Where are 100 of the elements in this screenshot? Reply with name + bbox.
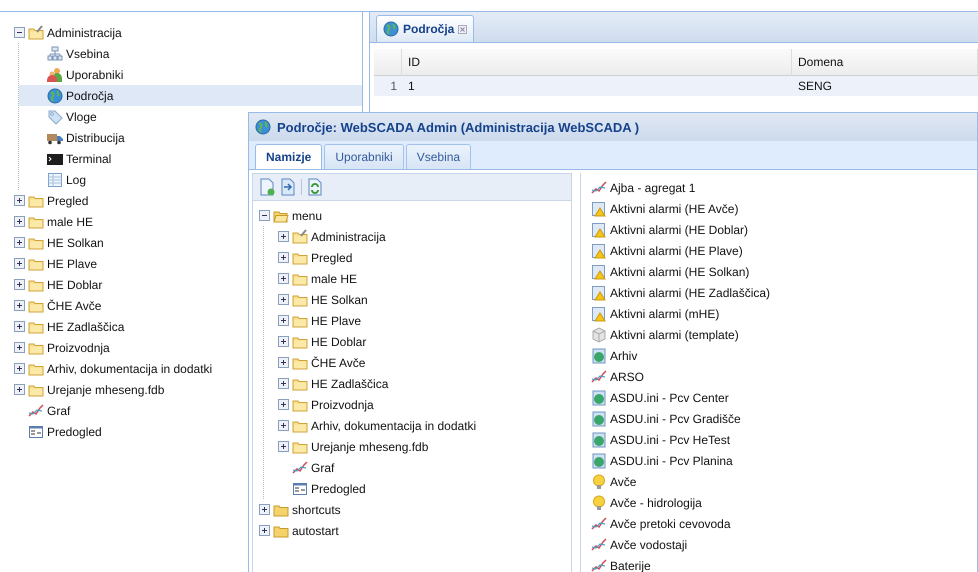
tree-item[interactable]: Področja	[19, 85, 362, 106]
expand-icon[interactable]	[278, 399, 289, 410]
list-item[interactable]: ASDU.ini - Pcv Gradišče	[591, 408, 977, 429]
list-item[interactable]: Aktivni alarmi (mHE)	[591, 303, 977, 324]
line-graph-icon	[292, 460, 308, 476]
row-number: 1	[374, 76, 402, 96]
list-item[interactable]: Aktivni alarmi (template)	[591, 324, 977, 345]
expand-icon[interactable]	[259, 525, 270, 536]
list-item[interactable]: Arhiv	[591, 345, 977, 366]
list-item[interactable]: Aktivni alarmi (HE Avče)	[591, 198, 977, 219]
tab[interactable]: Vsebina	[406, 144, 472, 169]
expand-icon[interactable]	[278, 252, 289, 263]
import-page-icon[interactable]	[280, 178, 296, 196]
expand-icon[interactable]	[278, 378, 289, 389]
tree-item[interactable]: Uporabniki	[19, 64, 362, 85]
tree-item[interactable]: Arhiv, dokumentacija in dodatki	[264, 415, 571, 436]
refresh-page-icon[interactable]	[307, 178, 323, 196]
list-item[interactable]: ARSO	[591, 366, 977, 387]
tree-item[interactable]: Vsebina	[19, 43, 362, 64]
list-item[interactable]: ASDU.ini - Pcv HeTest	[591, 429, 977, 450]
column-header[interactable]: ID	[402, 49, 792, 76]
tab[interactable]: Uporabniki	[324, 144, 404, 169]
tree-item[interactable]: HE Solkan	[264, 289, 571, 310]
tree-item[interactable]: Proizvodnja	[264, 394, 571, 415]
expand-icon[interactable]	[14, 195, 25, 206]
list-item[interactable]: Avče pretoki cevovoda	[591, 513, 977, 534]
list-item[interactable]: Aktivni alarmi (HE Plave)	[591, 240, 977, 261]
collapse-icon[interactable]	[14, 27, 25, 38]
tree-item[interactable]: Graf	[264, 457, 571, 478]
alarm-page-icon	[591, 200, 607, 216]
expand-icon[interactable]	[14, 363, 25, 374]
alarm-page-icon	[591, 222, 607, 238]
close-icon[interactable]	[458, 24, 468, 34]
line-graph-icon	[591, 368, 607, 384]
tree-item[interactable]: Pregled	[264, 247, 571, 268]
list-item[interactable]: ASDU.ini - Pcv Planina	[591, 450, 977, 471]
list-item[interactable]: Ajba - agregat 1	[591, 177, 977, 198]
line-graph-icon	[591, 536, 607, 552]
users-icon	[47, 66, 63, 82]
expand-icon[interactable]	[14, 237, 25, 248]
row-number-header	[374, 49, 402, 76]
tree-item[interactable]: Administracija	[0, 22, 362, 43]
table-icon	[47, 172, 63, 188]
tree-item[interactable]: Administracija	[264, 226, 571, 247]
globe-icon	[47, 88, 63, 104]
expand-icon[interactable]	[259, 504, 270, 515]
tag-icon	[47, 108, 63, 124]
list-item[interactable]: ASDU.ini - Pcv Center	[591, 387, 977, 408]
list-item[interactable]: Avče - hidrologija	[591, 492, 977, 513]
cube-icon	[591, 326, 607, 342]
list-item[interactable]: Aktivni alarmi (HE Zadlaščica)	[591, 282, 977, 303]
list-item[interactable]: Baterije	[591, 555, 977, 572]
line-graph-icon	[591, 558, 607, 572]
expand-icon[interactable]	[278, 420, 289, 431]
tree-item[interactable]: Log	[19, 169, 362, 190]
tree-item[interactable]: Predogled	[264, 478, 571, 499]
expand-icon[interactable]	[14, 300, 25, 311]
tree-item[interactable]: HE Doblar	[264, 331, 571, 352]
form-icon	[28, 424, 44, 440]
tab[interactable]: Namizje	[255, 144, 322, 169]
tree-item[interactable]: HE Zadlaščica	[264, 373, 571, 394]
globe-page-icon	[591, 452, 607, 468]
line-graph-icon	[591, 516, 607, 532]
panel-tab[interactable]: Področja	[376, 15, 474, 42]
expand-icon[interactable]	[14, 279, 25, 290]
alarm-page-icon	[591, 284, 607, 300]
list-item[interactable]: Aktivni alarmi (HE Solkan)	[591, 261, 977, 282]
tree-item[interactable]: shortcuts	[259, 499, 571, 520]
table-cell: SENG	[792, 76, 978, 96]
list-item[interactable]: Avče	[591, 471, 977, 492]
light-bulb-icon	[591, 494, 607, 510]
expand-icon[interactable]	[14, 258, 25, 269]
globe-page-icon	[591, 348, 607, 364]
alarm-page-icon	[591, 306, 607, 322]
add-page-icon[interactable]	[259, 178, 275, 196]
globe-page-icon	[591, 410, 607, 426]
expand-icon[interactable]	[278, 441, 289, 452]
expand-icon[interactable]	[278, 336, 289, 347]
light-bulb-icon	[591, 474, 607, 490]
expand-icon[interactable]	[278, 357, 289, 368]
folder-wrench-icon	[28, 24, 44, 40]
tree-item[interactable]: Urejanje mheseng.fdb	[264, 436, 571, 457]
list-item[interactable]: Avče vodostaji	[591, 534, 977, 555]
expand-icon[interactable]	[278, 315, 289, 326]
expand-icon[interactable]	[278, 273, 289, 284]
column-header[interactable]: Domena	[792, 49, 978, 76]
expand-icon[interactable]	[14, 321, 25, 332]
globe-icon	[255, 119, 271, 135]
list-item[interactable]: Aktivni alarmi (HE Doblar)	[591, 219, 977, 240]
expand-icon[interactable]	[14, 216, 25, 227]
collapse-icon[interactable]	[259, 210, 270, 221]
tree-item[interactable]: autostart	[259, 520, 571, 541]
tree-item[interactable]: ČHE Avče	[264, 352, 571, 373]
expand-icon[interactable]	[278, 294, 289, 305]
expand-icon[interactable]	[14, 384, 25, 395]
folder-wrench-icon	[292, 228, 308, 244]
tree-item[interactable]: HE Plave	[264, 310, 571, 331]
expand-icon[interactable]	[278, 231, 289, 242]
tree-item[interactable]: male HE	[264, 268, 571, 289]
expand-icon[interactable]	[14, 342, 25, 353]
